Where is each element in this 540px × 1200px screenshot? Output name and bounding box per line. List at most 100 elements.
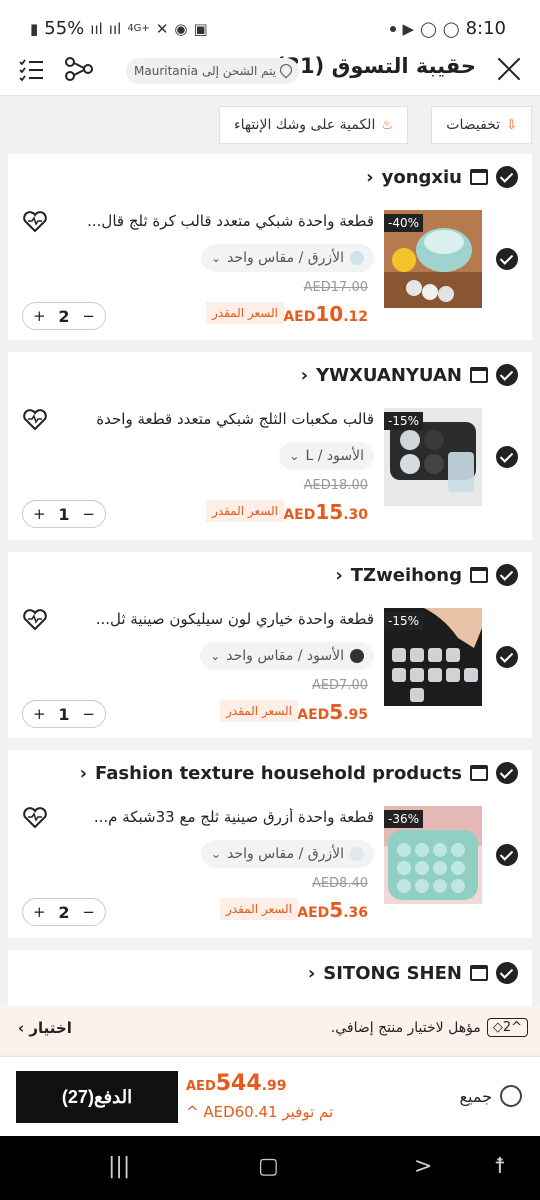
store-header[interactable]: Fashion texture household products ‹	[80, 762, 518, 784]
product-image[interactable]: -15%	[384, 408, 482, 506]
increase-button[interactable]: +	[33, 903, 46, 921]
chevron-down-icon: ⌄	[289, 449, 300, 463]
home-icon[interactable]: ▢	[258, 1154, 279, 1179]
item-select-checkbox[interactable]	[496, 248, 518, 270]
variant-selector[interactable]: الأسود / L ⌄	[279, 442, 374, 470]
promo-tag-icon: ◇2^	[486, 1018, 528, 1037]
decrease-button[interactable]: −	[82, 505, 95, 523]
arrow-down-icon: ⇩	[506, 117, 517, 133]
close-icon[interactable]	[496, 56, 522, 82]
promo-bar: ◇2^ مؤهل لاختيار منتج إضافي. ‹ اختيار	[0, 1006, 540, 1054]
increase-button[interactable]: +	[33, 705, 46, 723]
estimated-price-tag: السعر المقدر	[219, 700, 298, 722]
store-icon	[470, 765, 488, 781]
decrease-button[interactable]: −	[82, 903, 95, 921]
store-select-checkbox[interactable]	[496, 364, 518, 386]
price-currency: AED	[297, 707, 330, 723]
filter-discounts-label: تخفيضات	[446, 117, 501, 133]
chevron-left-icon: ‹	[366, 166, 374, 188]
price-integer: 5	[329, 898, 344, 922]
decrease-button[interactable]: −	[82, 705, 95, 723]
select-all-radio[interactable]	[500, 1085, 522, 1107]
promo-select-link[interactable]: ‹ اختيار	[18, 1019, 72, 1037]
recent-apps-icon[interactable]: |||	[108, 1154, 130, 1179]
item-select-checkbox[interactable]	[496, 646, 518, 668]
variant-label: الأسود / L	[305, 448, 364, 464]
estimated-price-tag: السعر المقدر	[205, 500, 284, 522]
savings-toggle[interactable]: ^ AED60.41 تم توفير	[186, 1103, 333, 1121]
store-select-checkbox[interactable]	[496, 762, 518, 784]
color-swatch	[350, 251, 364, 265]
variant-selector[interactable]: الأسود / مقاس واحد ⌄	[200, 642, 374, 670]
select-all-toggle[interactable]: جميع	[460, 1085, 522, 1107]
store-icon	[470, 567, 488, 583]
wishlist-heart-icon[interactable]	[22, 210, 48, 234]
item-select-checkbox[interactable]	[496, 844, 518, 866]
page-title: حقيبة التسوق (31)	[276, 54, 476, 78]
variant-selector[interactable]: الأزرق / مقاس واحد ⌄	[201, 244, 374, 272]
price-currency: AED	[297, 905, 330, 921]
quantity-value: 1	[58, 504, 70, 524]
wishlist-heart-icon[interactable]	[22, 806, 48, 830]
shipping-destination[interactable]: Mauritania يتم الشحن إلى	[126, 58, 300, 84]
filter-low-stock[interactable]: ♨ الكمية على وشك الإنتهاء	[219, 106, 408, 144]
store-select-checkbox[interactable]	[496, 166, 518, 188]
decrease-button[interactable]: −	[82, 307, 95, 325]
variant-selector[interactable]: الأزرق / مقاس واحد ⌄	[201, 840, 374, 868]
checkout-button[interactable]: الدفع (27)	[16, 1071, 178, 1123]
store-name: SITONG SHEN	[323, 962, 462, 984]
store-header[interactable]: yongxiu ‹	[366, 166, 518, 188]
sale-price: AED15.30	[283, 500, 368, 524]
store-header[interactable]: YWXUANYUAN ‹	[301, 364, 518, 386]
status-left: ▮ 55% ııl ııl 4G+ ✕ ◉ ▣	[30, 18, 208, 39]
list-checklist-icon[interactable]	[18, 58, 44, 82]
price-currency: AED	[283, 507, 316, 523]
product-image[interactable]: -15%	[384, 608, 482, 706]
back-icon[interactable]: >	[414, 1154, 432, 1179]
discount-badge: -40%	[384, 214, 424, 232]
variant-label: الأسود / مقاس واحد	[226, 648, 344, 664]
share-icon[interactable]	[64, 54, 94, 84]
accessibility-icon[interactable]: ☨	[494, 1154, 506, 1179]
store-header[interactable]: TZweihong ‹	[335, 564, 518, 586]
whatsapp-icon: ◯	[419, 19, 437, 38]
quantity-stepper: + 2 −	[22, 302, 106, 330]
item-select-checkbox[interactable]	[496, 446, 518, 468]
total-decimal: .99	[261, 1078, 287, 1094]
network-type: 4G+	[127, 23, 150, 34]
battery-icon: ▮	[30, 19, 39, 38]
notification-dot-icon	[390, 25, 397, 32]
store-icon	[470, 367, 488, 383]
increase-button[interactable]: +	[33, 307, 46, 325]
page-title-text: حقيبة التسوق	[331, 54, 476, 78]
store-select-checkbox[interactable]	[496, 962, 518, 984]
discount-badge: -15%	[384, 612, 424, 630]
sale-price: AED5.95	[297, 700, 368, 724]
price-decimal: .95	[343, 707, 368, 723]
chevron-left-icon: ‹	[335, 564, 343, 586]
wishlist-heart-icon[interactable]	[22, 608, 48, 632]
product-title[interactable]: قطعة واحدة شبكي متعدد قالب كرة ثلج قال..…	[74, 212, 374, 230]
store-select-checkbox[interactable]	[496, 564, 518, 586]
savings-label: تم توفير	[282, 1103, 334, 1121]
chevron-down-icon: ⌄	[210, 649, 221, 663]
price-integer: 15	[315, 500, 344, 524]
product-title[interactable]: قطعة واحدة أزرق صينية ثلج مع 33شبكة م...	[74, 808, 374, 826]
product-title[interactable]: قطعة واحدة خياري لون سيليكون صينية ثل...	[74, 610, 374, 628]
discount-badge: -15%	[384, 412, 424, 430]
product-image[interactable]: -36%	[384, 806, 482, 904]
cart-store-card: YWXUANYUAN ‹ -15% قالب مكعبات الثلج شبكي…	[8, 352, 532, 540]
promo-message: ◇2^ مؤهل لاختيار منتج إضافي.	[331, 1018, 528, 1037]
increase-button[interactable]: +	[33, 505, 46, 523]
quantity-value: 2	[58, 306, 70, 326]
original-price: AED17.00	[303, 280, 368, 295]
product-title[interactable]: قالب مكعبات الثلج شبكي متعدد قطعة واحدة	[74, 410, 374, 428]
estimated-price-tag: السعر المقدر	[219, 898, 298, 920]
total-currency: AED	[186, 1079, 216, 1094]
store-header[interactable]: SITONG SHEN ‹	[308, 962, 518, 984]
quantity-value: 2	[58, 902, 70, 922]
wishlist-heart-icon[interactable]	[22, 408, 48, 432]
filter-discounts[interactable]: ⇩ تخفيضات	[431, 106, 532, 144]
location-pin-icon	[280, 64, 291, 78]
product-image[interactable]: -40%	[384, 210, 482, 308]
